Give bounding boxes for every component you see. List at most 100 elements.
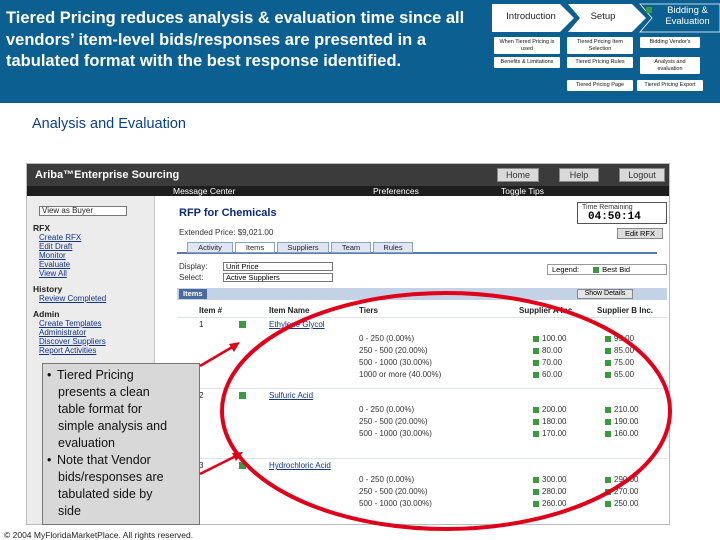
- sidebar-link-evaluate[interactable]: Evaluate: [39, 260, 70, 269]
- callout-line: simple analysis and: [58, 419, 168, 433]
- sidebar-link-review-completed[interactable]: Review Completed: [39, 294, 106, 303]
- sidebar-link-view-all[interactable]: View All: [39, 269, 67, 278]
- timer-value: 04:50:14: [588, 211, 641, 223]
- col-tiers: Tiers: [359, 306, 378, 315]
- step-rules[interactable]: Tiered Pricing Rules: [567, 57, 633, 68]
- supplier-b-bid: 95.00: [605, 334, 634, 343]
- supplier-a-bid: 200.00: [533, 405, 566, 414]
- step-analysis[interactable]: Analysis and evaluation: [640, 57, 700, 74]
- item-checkbox[interactable]: [239, 392, 246, 399]
- callout-line: evaluation: [58, 436, 115, 450]
- callout-line: • Note that Vendor: [47, 452, 195, 469]
- tab-team[interactable]: Team: [331, 242, 371, 253]
- supplier-a-bid: 70.00: [533, 358, 562, 367]
- item-number: 1: [199, 320, 204, 329]
- item-name-link[interactable]: Hydrochloric Acid: [269, 461, 331, 470]
- callout-line: table format for: [58, 402, 143, 416]
- items-header: Items Show Details: [177, 288, 667, 300]
- supplier-a-bid: 280.00: [533, 487, 566, 496]
- item-name-link[interactable]: Sulfuric Acid: [269, 391, 313, 400]
- supplier-b-bid: 210.00: [605, 405, 638, 414]
- tab-items[interactable]: Items: [235, 242, 275, 253]
- supplier-a-bid: 180.00: [533, 417, 566, 426]
- tier-range: 500 - 1000 (30.00%): [359, 358, 432, 367]
- display-select[interactable]: Unit Price: [223, 262, 333, 271]
- menu-message-center[interactable]: Message Center: [173, 186, 235, 196]
- app-content: RFP for Chemicals Time Remaining 04:50:1…: [157, 196, 669, 524]
- supplier-b-bid: 270.00: [605, 487, 638, 496]
- item-checkbox[interactable]: [239, 462, 246, 469]
- menu-preferences[interactable]: Preferences: [373, 186, 419, 196]
- section-title: Analysis and Evaluation: [32, 116, 186, 132]
- item-checkbox[interactable]: [239, 321, 246, 328]
- tier-range: 0 - 250 (0.00%): [359, 334, 415, 343]
- home-button[interactable]: Home: [497, 168, 539, 182]
- supplier-select[interactable]: Active Suppliers: [223, 273, 333, 282]
- legend-label: Legend:: [552, 265, 580, 274]
- step-pricing-export[interactable]: Tiered Pricing Export: [637, 80, 703, 91]
- sidebar-link-administrator[interactable]: Administrator: [39, 328, 86, 337]
- step-item-selection[interactable]: Tiered Pricing Item Selection: [567, 37, 633, 54]
- col-item-name: Item Name: [269, 306, 310, 315]
- bullet-icon: •: [47, 453, 52, 467]
- row-divider: [177, 458, 667, 459]
- app-menu: Message Center Preferences Toggle Tips: [27, 186, 669, 196]
- callout-line: bids/responses are: [58, 470, 164, 484]
- supplier-a-bid: 100.00: [533, 334, 566, 343]
- step-benefits[interactable]: Benefits & Limitations: [494, 57, 560, 68]
- show-details-button[interactable]: Show Details: [577, 289, 633, 299]
- step-bidding-vendors[interactable]: Bidding Vendor's: [640, 37, 700, 48]
- logout-button[interactable]: Logout: [619, 168, 665, 182]
- supplier-b-bid: 250.00: [605, 499, 638, 508]
- sidebar-link-discover-suppliers[interactable]: Discover Suppliers: [39, 337, 106, 346]
- rfx-tabs: Activity Items Suppliers Team Rules: [177, 242, 657, 254]
- extended-price: Extended Price: $9,021.00: [179, 228, 274, 237]
- chevron-introduction-label[interactable]: Introduction: [492, 11, 570, 22]
- supplier-b-bid: 290.00: [605, 475, 638, 484]
- chevron-setup-label[interactable]: Setup: [578, 11, 628, 22]
- timer-label: Time Remaining: [582, 204, 633, 211]
- items-tag: Items: [179, 289, 207, 299]
- sidebar-head-history: History: [33, 284, 63, 294]
- tier-range: 0 - 250 (0.00%): [359, 475, 415, 484]
- callout-text: Note that Vendor: [57, 453, 151, 467]
- tier-range: 500 - 1000 (30.00%): [359, 429, 432, 438]
- sidebar-link-monitor[interactable]: Monitor: [39, 251, 66, 260]
- sidebar-head-admin: Admin: [33, 309, 60, 319]
- select-label: Select:: [179, 273, 204, 282]
- col-item-num: Item #: [199, 306, 223, 315]
- sidebar-link-create-rfx[interactable]: Create RFX: [39, 233, 81, 242]
- tab-rules[interactable]: Rules: [373, 242, 413, 253]
- edit-rfx-button[interactable]: Edit RFX: [617, 228, 663, 239]
- step-pricing-page[interactable]: Tiered Pricing Page: [567, 80, 633, 91]
- tier-range: 500 - 1000 (30.00%): [359, 499, 432, 508]
- help-button[interactable]: Help: [559, 168, 599, 182]
- legend: Legend: Best Bid: [547, 264, 667, 275]
- supplier-a-bid: 300.00: [533, 475, 566, 484]
- sidebar-head-rfx: RFX: [33, 223, 50, 233]
- menu-toggle-tips[interactable]: Toggle Tips: [501, 186, 544, 196]
- app-brand: Ariba™Enterprise Sourcing: [35, 169, 180, 181]
- timer-box: Time Remaining 04:50:14: [577, 202, 667, 224]
- bullet-icon: •: [47, 368, 52, 382]
- row-divider: [177, 388, 667, 389]
- item-name-link[interactable]: Ethylene Glycol: [269, 320, 325, 329]
- sidebar-link-create-templates[interactable]: Create Templates: [39, 319, 102, 328]
- tier-range: 250 - 500 (20.00%): [359, 346, 428, 355]
- supplier-a-bid: 170.00: [533, 429, 566, 438]
- supplier-b-bid: 190.00: [605, 417, 638, 426]
- step-when-used[interactable]: When Tiered Pricing is used: [494, 37, 560, 54]
- supplier-a-bid: 260.00: [533, 499, 566, 508]
- view-as-select[interactable]: View as Buyer: [39, 206, 127, 216]
- best-bid-swatch: [593, 267, 600, 274]
- row-divider: [177, 317, 667, 318]
- tab-activity[interactable]: Activity: [187, 242, 233, 253]
- chevron-bidding-label[interactable]: Bidding & Evaluation: [646, 5, 720, 27]
- copyright-footer: © 2004 MyFloridaMarketPlace. All rights …: [4, 530, 194, 540]
- supplier-a-bid: 80.00: [533, 346, 562, 355]
- col-supplier-b: Supplier B Inc.: [597, 306, 654, 315]
- supplier-b-bid: 75.00: [605, 358, 634, 367]
- sidebar-link-edit-draft[interactable]: Edit Draft: [39, 242, 72, 251]
- sidebar-link-report-activities[interactable]: Report Activities: [39, 346, 96, 355]
- tab-suppliers[interactable]: Suppliers: [277, 242, 329, 253]
